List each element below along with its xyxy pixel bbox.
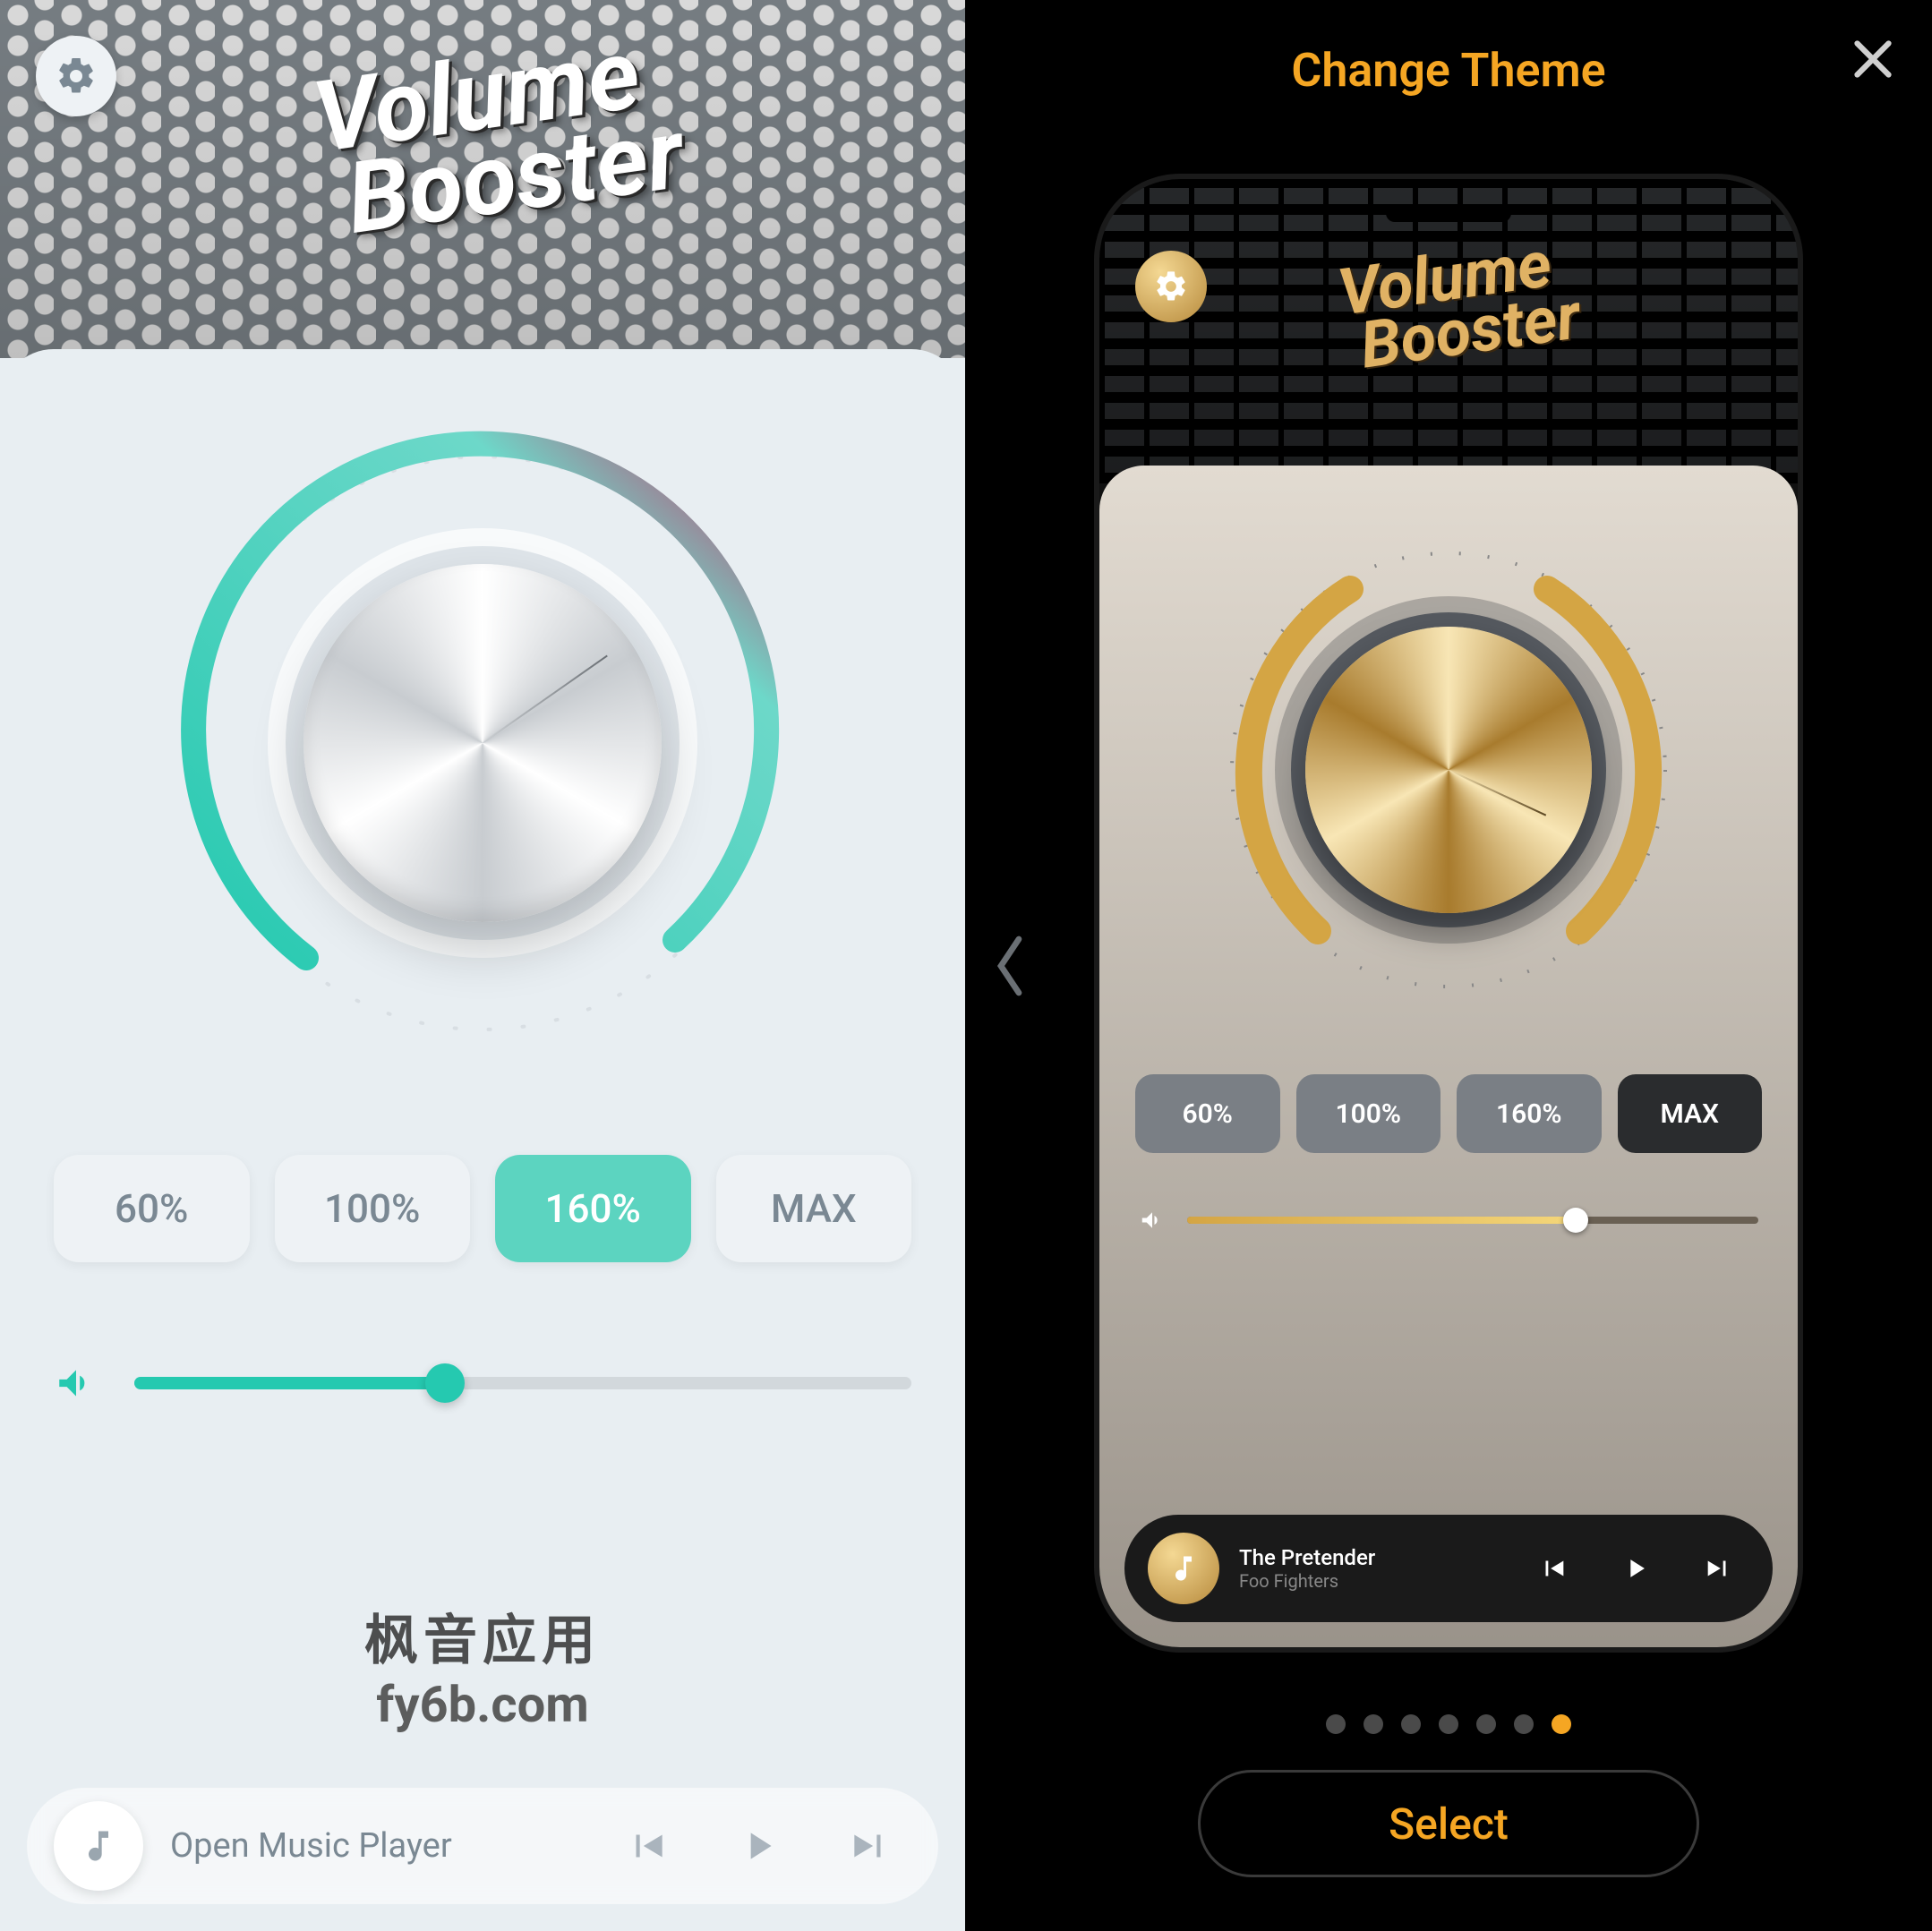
preset-label: 160%: [1496, 1098, 1562, 1130]
player-open-label: Open Music Player: [170, 1826, 578, 1866]
watermark: 枫音应用 fy6b.com: [364, 1597, 601, 1734]
preset-160[interactable]: 160%: [495, 1155, 691, 1262]
dot-6[interactable]: [1552, 1714, 1571, 1734]
music-note-icon: [1167, 1552, 1200, 1585]
watermark-url: fy6b.com: [364, 1675, 601, 1734]
preview-preset-100: 100%: [1296, 1074, 1441, 1153]
next-track-icon: [1703, 1553, 1733, 1584]
music-note-icon: [79, 1826, 118, 1866]
volume-slider[interactable]: [134, 1377, 911, 1389]
preview-knob: [1189, 510, 1708, 1030]
prev-track-icon[interactable]: [625, 1824, 670, 1868]
watermark-cn: 枫音应用: [364, 1597, 601, 1675]
knob-pointer: [482, 655, 607, 744]
dot-3[interactable]: [1439, 1714, 1458, 1734]
preview-track-info: The Pretender Foo Fighters: [1239, 1545, 1502, 1592]
gear-icon: [55, 55, 98, 98]
theme-preview-phone[interactable]: Volume Booster 60% 100%: [1099, 179, 1798, 1647]
preview-slider-fill: [1187, 1217, 1576, 1224]
preview-player-bar: The Pretender Foo Fighters: [1124, 1515, 1773, 1622]
preset-label: 60%: [115, 1185, 188, 1232]
preview-slider-row: [1099, 1207, 1798, 1234]
dot-5[interactable]: [1514, 1714, 1534, 1734]
play-icon[interactable]: [736, 1824, 781, 1868]
slider-thumb[interactable]: [425, 1363, 465, 1403]
theme-selector-screen: Change Theme Volume Booster: [965, 0, 1932, 1931]
preview-preset-60: 60%: [1135, 1074, 1280, 1153]
dot-4[interactable]: [1476, 1714, 1496, 1734]
app-logo: Volume Booster: [278, 28, 688, 249]
track-title: The Pretender: [1239, 1545, 1502, 1570]
preview-slider-thumb: [1563, 1208, 1588, 1233]
main-card: 60% 100% 160% MAX 枫音应用 fy6b.com: [0, 349, 965, 1931]
volume-icon: [1139, 1207, 1166, 1234]
preview-slider: [1187, 1217, 1758, 1224]
phone-notch: [1386, 204, 1511, 222]
preview-knob-dial: [1305, 627, 1592, 913]
preview-preset-160: 160%: [1457, 1074, 1602, 1153]
next-track-icon[interactable]: [847, 1824, 892, 1868]
play-icon: [1620, 1553, 1651, 1584]
prev-track-icon: [1538, 1553, 1569, 1584]
preview-knob-pointer: [1449, 769, 1547, 816]
dot-1[interactable]: [1364, 1714, 1383, 1734]
select-theme-button[interactable]: Select: [1198, 1770, 1699, 1877]
volume-knob[interactable]: [142, 403, 823, 1083]
gear-icon: [1153, 269, 1189, 304]
settings-button[interactable]: [36, 36, 116, 116]
player-bar: Open Music Player: [27, 1788, 938, 1904]
preset-label: 100%: [1335, 1098, 1401, 1130]
open-music-player-button[interactable]: [54, 1801, 143, 1891]
dot-0[interactable]: [1326, 1714, 1346, 1734]
preset-60[interactable]: 60%: [54, 1155, 250, 1262]
preview-music-button: [1148, 1533, 1219, 1604]
theme-pagination-dots: [1326, 1714, 1571, 1734]
prev-theme-button[interactable]: [992, 930, 1028, 1002]
preset-label: 60%: [1183, 1098, 1233, 1130]
dot-2[interactable]: [1401, 1714, 1421, 1734]
volume-slider-row: [0, 1361, 965, 1406]
preview-logo: Volume Booster: [1314, 234, 1584, 379]
close-button[interactable]: [1846, 32, 1900, 86]
knob-dial[interactable]: [303, 564, 662, 922]
preset-label: 160%: [545, 1185, 641, 1232]
preset-max[interactable]: MAX: [716, 1155, 912, 1262]
track-artist: Foo Fighters: [1239, 1570, 1502, 1592]
preset-label: MAX: [1660, 1098, 1719, 1130]
preset-row: 60% 100% 160% MAX: [0, 1155, 965, 1262]
preset-label: MAX: [771, 1185, 857, 1232]
change-theme-title: Change Theme: [965, 43, 1932, 98]
volume-icon: [54, 1361, 98, 1406]
preview-preset-max: MAX: [1618, 1074, 1763, 1153]
slider-fill: [134, 1377, 445, 1389]
main-app-screen: Volume Booster 60%: [0, 0, 965, 1931]
select-label: Select: [1389, 1799, 1509, 1850]
preview-settings-button: [1135, 251, 1207, 322]
preset-100[interactable]: 100%: [275, 1155, 471, 1262]
preset-label: 100%: [324, 1185, 420, 1232]
preview-presets: 60% 100% 160% MAX: [1099, 1074, 1798, 1153]
preview-main: 60% 100% 160% MAX: [1099, 466, 1798, 1647]
